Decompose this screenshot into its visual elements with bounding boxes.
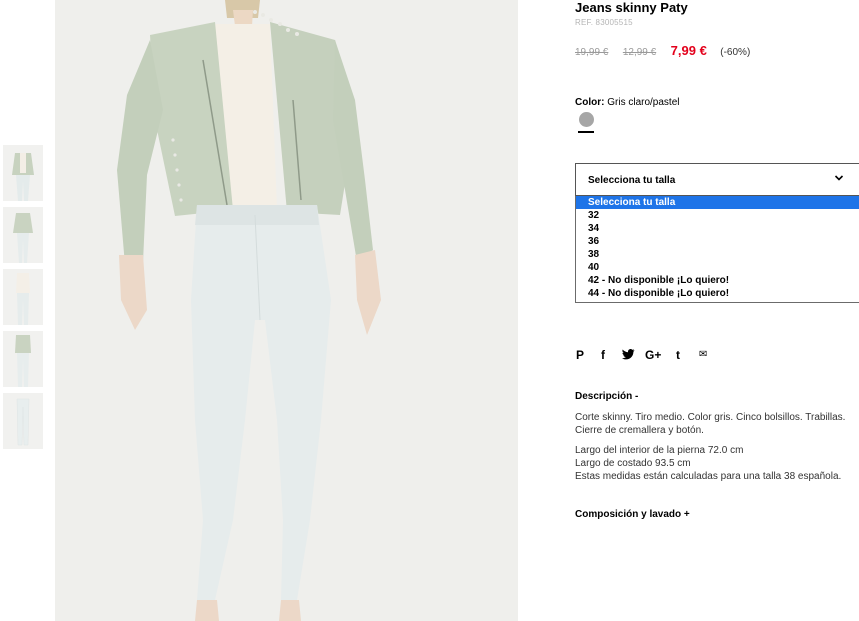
- color-swatch[interactable]: [579, 112, 594, 127]
- product-title: Jeans skinny Paty: [575, 0, 688, 15]
- product-main-image[interactable]: [55, 0, 518, 621]
- size-option-42[interactable]: 42 - No disponible ¡Lo quiero!: [576, 274, 859, 287]
- description-toggle[interactable]: Descripción -: [575, 391, 638, 402]
- measurement-line: Largo del interior de la pierna 72.0 cm: [575, 445, 744, 456]
- size-select[interactable]: Selecciona tu talla: [575, 163, 859, 196]
- size-dropdown-list: Selecciona tu talla 32 34 36 38 40 42 - …: [575, 196, 859, 303]
- color-value: Gris claro/pastel: [607, 97, 680, 108]
- chevron-down-icon: [834, 175, 844, 181]
- size-option-34[interactable]: 34: [576, 222, 859, 235]
- google-plus-icon[interactable]: G+: [645, 348, 661, 362]
- size-option-38[interactable]: 38: [576, 248, 859, 261]
- size-option-44[interactable]: 44 - No disponible ¡Lo quiero!: [576, 287, 859, 300]
- color-label-row: Color: Gris claro/pastel: [575, 97, 679, 108]
- composition-toggle[interactable]: Composición y lavado +: [575, 509, 690, 520]
- thumbnail-3[interactable]: [3, 269, 43, 325]
- description-line: Cierre de cremallera y botón.: [575, 425, 704, 436]
- color-label: Color:: [575, 97, 605, 108]
- size-option-40[interactable]: 40: [576, 261, 859, 274]
- twitter-icon[interactable]: [622, 349, 635, 360]
- measurement-note: Estas medidas están calculadas para una …: [575, 471, 842, 482]
- color-swatch-selected-indicator: [578, 131, 594, 133]
- price-row: 19,99 € 12,99 € 7,99 € (-60%): [575, 42, 750, 58]
- size-option-placeholder[interactable]: Selecciona tu talla: [576, 196, 859, 209]
- thumbnail-5[interactable]: [3, 393, 43, 449]
- mail-icon[interactable]: ✉: [699, 349, 707, 360]
- size-option-32[interactable]: 32: [576, 209, 859, 222]
- size-option-36[interactable]: 36: [576, 235, 859, 248]
- description-body: Corte skinny. Tiro medio. Color gris. Ci…: [575, 411, 859, 490]
- price-current: 7,99 €: [670, 43, 707, 58]
- tumblr-icon[interactable]: t: [676, 348, 680, 362]
- price-previous: 12,99 €: [622, 47, 657, 58]
- size-select-value: Selecciona tu talla: [588, 175, 676, 186]
- product-reference: REF. 83005515: [575, 18, 633, 27]
- facebook-icon[interactable]: f: [601, 348, 605, 362]
- thumbnail-2[interactable]: [3, 207, 43, 263]
- thumbnail-4[interactable]: [3, 331, 43, 387]
- measurement-line: Largo de costado 93.5 cm: [575, 458, 691, 469]
- description-line: Corte skinny. Tiro medio. Color gris. Ci…: [575, 412, 846, 423]
- pinterest-icon[interactable]: P: [576, 348, 584, 362]
- price-original: 19,99 €: [575, 47, 609, 58]
- thumbnail-1[interactable]: [3, 145, 43, 201]
- discount-badge: (-60%): [720, 47, 751, 58]
